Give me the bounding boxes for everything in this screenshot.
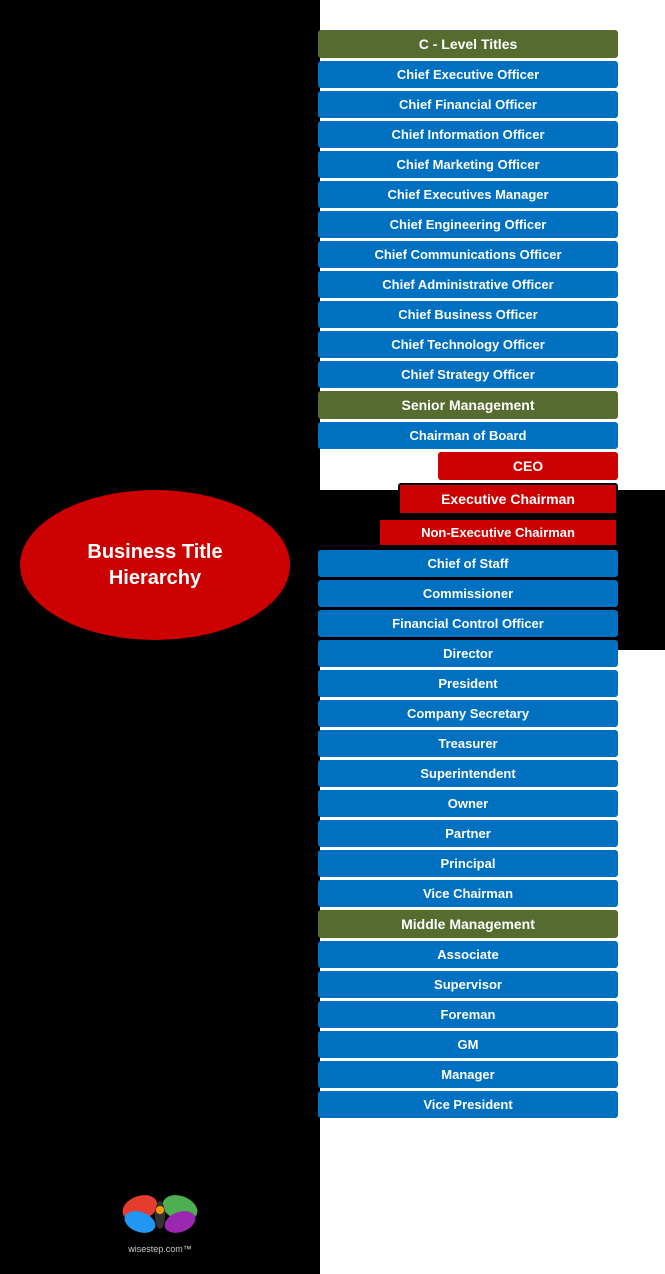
- senior-management-header: Senior Management: [318, 391, 618, 419]
- list-item: Chief Administrative Officer: [318, 271, 618, 298]
- list-item: Chief Executives Manager: [318, 181, 618, 208]
- title-oval: Business Title Hierarchy: [20, 490, 290, 640]
- list-item: Chief Business Officer: [318, 301, 618, 328]
- list-item: Company Secretary: [318, 700, 618, 727]
- list-item: Financial Control Officer: [318, 610, 618, 637]
- logo-area: wisestep.com™: [60, 1190, 260, 1254]
- middle-management-header: Middle Management: [318, 910, 618, 938]
- list-item: President: [318, 670, 618, 697]
- list-item: Chief of Staff: [318, 550, 618, 577]
- list-item: Chief Engineering Officer: [318, 211, 618, 238]
- list-item: Commissioner: [318, 580, 618, 607]
- list-item: Chief Technology Officer: [318, 331, 618, 358]
- list-item: Manager: [318, 1061, 618, 1088]
- content-column: C - Level Titles Chief Executive Officer…: [318, 30, 618, 1118]
- list-item: Chief Information Officer: [318, 121, 618, 148]
- list-item: Superintendent: [318, 760, 618, 787]
- list-item: GM: [318, 1031, 618, 1058]
- title-text: Business Title Hierarchy: [87, 539, 222, 591]
- list-item: Chairman of Board: [318, 422, 618, 449]
- list-item: Chief Financial Officer: [318, 91, 618, 118]
- list-item: Chief Communications Officer: [318, 241, 618, 268]
- list-item: Chief Executive Officer: [318, 61, 618, 88]
- list-item: Treasurer: [318, 730, 618, 757]
- list-item: Principal: [318, 850, 618, 877]
- list-item: Foreman: [318, 1001, 618, 1028]
- non-exec-item: Non-Executive Chairman: [378, 518, 618, 547]
- list-item: Owner: [318, 790, 618, 817]
- list-item: Vice President: [318, 1091, 618, 1118]
- exec-chairman-item: Executive Chairman: [398, 483, 618, 515]
- list-item: Chief Marketing Officer: [318, 151, 618, 178]
- ceo-item: CEO: [438, 452, 618, 480]
- list-item: Supervisor: [318, 971, 618, 998]
- list-item: Director: [318, 640, 618, 667]
- list-item: Partner: [318, 820, 618, 847]
- logo-icon: [120, 1190, 200, 1240]
- c-level-header: C - Level Titles: [318, 30, 618, 58]
- list-item: Chief Strategy Officer: [318, 361, 618, 388]
- list-item: Associate: [318, 941, 618, 968]
- page-wrapper: Business Title Hierarchy wisestep.com™: [0, 0, 665, 1274]
- list-item: Vice Chairman: [318, 880, 618, 907]
- logo-text: wisestep.com™: [128, 1244, 192, 1254]
